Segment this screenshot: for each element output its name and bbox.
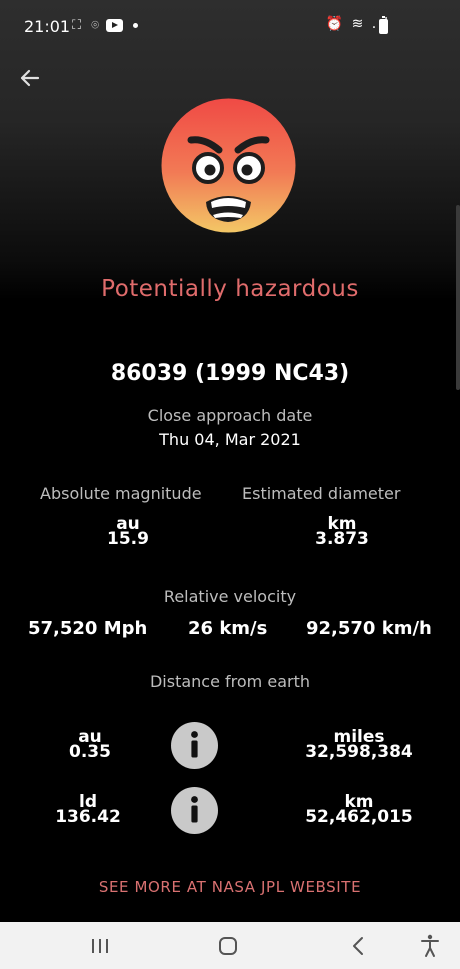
distance-au-value: 0.35 (69, 742, 111, 762)
scroll-indicator (456, 205, 460, 390)
status-bar: 21:01 ⛶ ⌾ ⏰ ≋ .ıl (0, 0, 460, 54)
angry-face-icon (161, 98, 296, 233)
ld-info-button[interactable] (171, 787, 218, 834)
distance-km: km 52,462,015 (294, 794, 424, 827)
diameter-value: 3.873 (315, 529, 369, 549)
system-nav-bar (0, 922, 460, 969)
hazard-status-label: Potentially hazardous (101, 276, 359, 302)
distance-km-value: 52,462,015 (305, 807, 413, 827)
status-time: 21:01 (24, 17, 71, 36)
notification-dot-icon (133, 23, 139, 28)
estimated-diameter-title: Estimated diameter (242, 484, 401, 503)
status-left-icons: ⛶ ⌾ (72, 18, 139, 33)
relative-velocity-title: Relative velocity (163, 587, 297, 606)
asteroid-name: 86039 (1999 NC43) (110, 361, 350, 386)
back-icon (353, 937, 363, 955)
info-icon (191, 731, 198, 758)
home-button[interactable] (212, 930, 244, 962)
back-button[interactable] (14, 62, 46, 94)
close-approach-date: Thu 04, Mar 2021 (159, 430, 301, 449)
recent-apps-icon (92, 939, 108, 953)
nasa-jpl-website-link[interactable]: SEE MORE AT NASA JPL WEBSITE (0, 878, 460, 896)
info-icon (191, 796, 198, 823)
accessibility-icon (421, 934, 439, 957)
arrow-left-icon (20, 69, 40, 87)
distance-from-earth-title: Distance from earth (149, 672, 310, 691)
distance-miles-value: 32,598,384 (305, 742, 413, 762)
recent-apps-button[interactable] (84, 930, 116, 962)
velocity-kms: 26 km/s (188, 618, 268, 639)
au-info-button[interactable] (171, 722, 218, 769)
close-approach-label: Close approach date (147, 406, 313, 425)
battery-icon (379, 16, 388, 34)
magnitude-value: 15.9 (107, 529, 149, 549)
accessibility-button[interactable] (414, 930, 446, 962)
distance-ld: ld 136.42 (48, 794, 128, 827)
velocity-mph: 57,520 Mph (28, 618, 148, 639)
absolute-magnitude-stat: au 15.9 (88, 516, 168, 549)
system-back-button[interactable] (343, 930, 375, 962)
youtube-icon (106, 19, 124, 32)
velocity-kmh: 92,570 km/h (306, 618, 432, 639)
distance-miles: miles 32,598,384 (294, 729, 424, 762)
estimated-diameter-stat: km 3.873 (292, 516, 392, 549)
status-notification-icons: ⛶ ⌾ (72, 18, 103, 33)
absolute-magnitude-title: Absolute magnitude (40, 484, 202, 503)
app-screen: 21:01 ⛶ ⌾ ⏰ ≋ .ıl Potentially hazardous … (0, 0, 460, 922)
distance-ld-value: 136.42 (55, 807, 121, 827)
home-icon (219, 937, 237, 955)
distance-au: au 0.35 (50, 729, 130, 762)
